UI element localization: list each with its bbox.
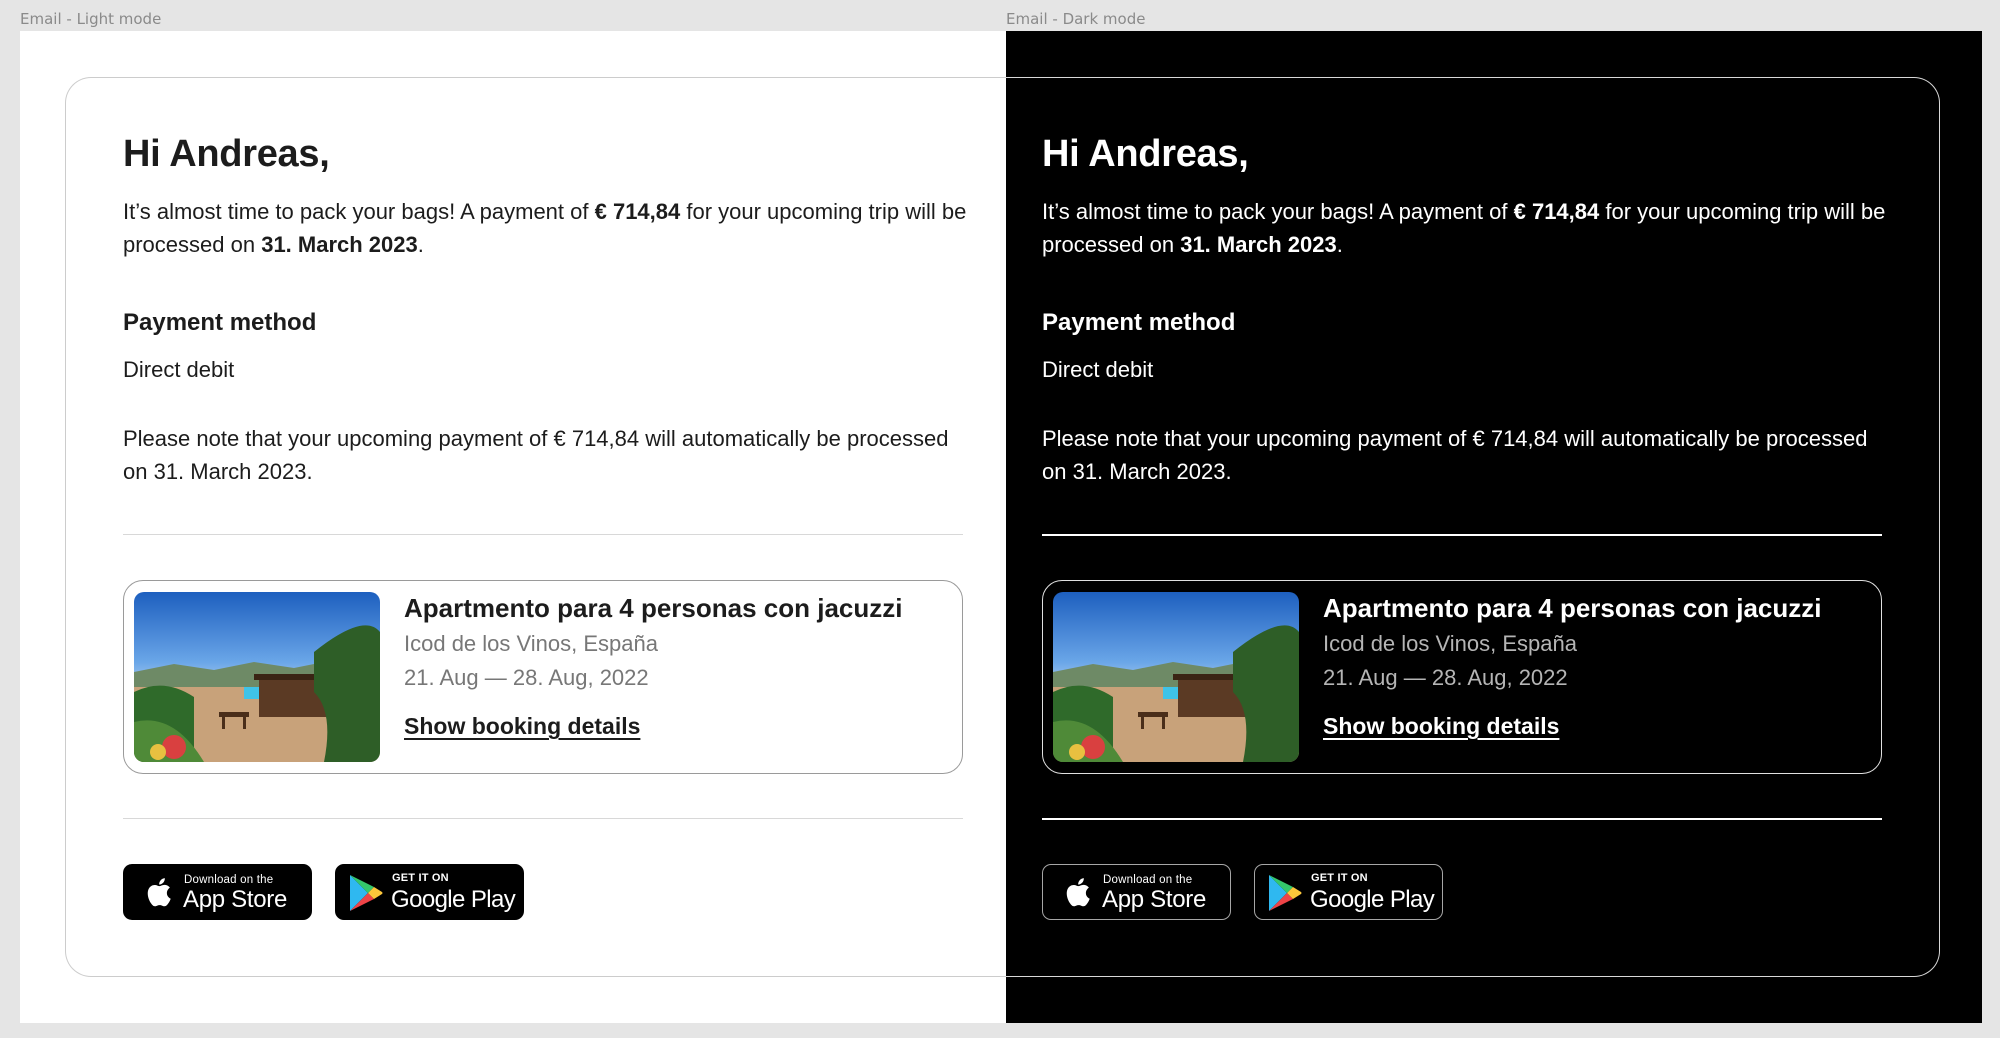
google-play-icon — [1267, 873, 1303, 918]
badge-title: Google Play — [1310, 886, 1435, 913]
app-store-badge[interactable]: Download on the App Store — [123, 864, 312, 920]
intro-paragraph: It’s almost time to pack your bags! A pa… — [1042, 195, 1902, 261]
badge-title: App Store — [183, 886, 288, 913]
booking-dates: 21. Aug — 28. Aug, 2022 — [404, 665, 649, 690]
greeting-heading: Hi Andreas, — [1042, 133, 1249, 175]
frame-label-light: Email - Light mode — [20, 10, 162, 28]
payment-date: 31. March 2023 — [261, 232, 418, 257]
show-booking-details-link[interactable]: Show booking details — [1323, 713, 1559, 740]
payment-note: Please note that your upcoming payment o… — [1042, 426, 1868, 484]
app-store-badge[interactable]: Download on the App Store — [1042, 864, 1231, 920]
booking-location: Icod de los Vinos, España — [404, 631, 658, 656]
badge-title: App Store — [1102, 886, 1207, 913]
booking-card: Apartmento para 4 personas con jacuzzi I… — [123, 580, 963, 774]
payment-note: Please note that your upcoming payment o… — [123, 426, 949, 484]
divider — [1042, 534, 1882, 536]
payment-amount: € 714,84 — [1513, 199, 1600, 224]
badge-caption: GET IT ON — [392, 872, 449, 884]
payment-method-heading: Payment method — [123, 309, 317, 336]
payment-method-value: Direct debit — [1042, 357, 1154, 382]
google-play-badge[interactable]: GET IT ON Google Play — [1254, 864, 1443, 920]
payment-date: 31. March 2023 — [1180, 232, 1337, 257]
frame-label-dark: Email - Dark mode — [1006, 10, 1146, 28]
intro-text: It’s almost time to pack your bags! A pa… — [123, 199, 595, 224]
google-play-icon — [348, 873, 384, 918]
greeting-heading: Hi Andreas, — [123, 133, 330, 175]
badge-caption: Download on the — [184, 874, 274, 886]
booking-photo — [1053, 592, 1299, 762]
booking-card: Apartmento para 4 personas con jacuzzi I… — [1042, 580, 1882, 774]
payment-method-heading: Payment method — [1042, 309, 1236, 336]
booking-location: Icod de los Vinos, España — [1323, 631, 1577, 656]
apple-icon — [1063, 875, 1091, 914]
intro-paragraph: It’s almost time to pack your bags! A pa… — [123, 195, 983, 261]
divider — [123, 818, 963, 819]
booking-photo — [134, 592, 380, 762]
intro-text: It’s almost time to pack your bags! A pa… — [1042, 199, 1514, 224]
badge-caption: Download on the — [1103, 874, 1193, 886]
payment-method-value: Direct debit — [123, 357, 235, 382]
intro-text: . — [1336, 232, 1343, 257]
booking-title: Apartmento para 4 personas con jacuzzi — [1323, 593, 1822, 623]
divider — [123, 534, 963, 535]
show-booking-details-link[interactable]: Show booking details — [404, 713, 640, 740]
divider — [1042, 818, 1882, 820]
badge-title: Google Play — [391, 886, 516, 913]
booking-title: Apartmento para 4 personas con jacuzzi — [404, 593, 903, 623]
apple-icon — [144, 875, 172, 914]
badge-caption: GET IT ON — [1311, 872, 1368, 884]
google-play-badge[interactable]: GET IT ON Google Play — [335, 864, 524, 920]
booking-dates: 21. Aug — 28. Aug, 2022 — [1323, 665, 1568, 690]
intro-text: . — [417, 232, 424, 257]
payment-amount: € 714,84 — [594, 199, 681, 224]
